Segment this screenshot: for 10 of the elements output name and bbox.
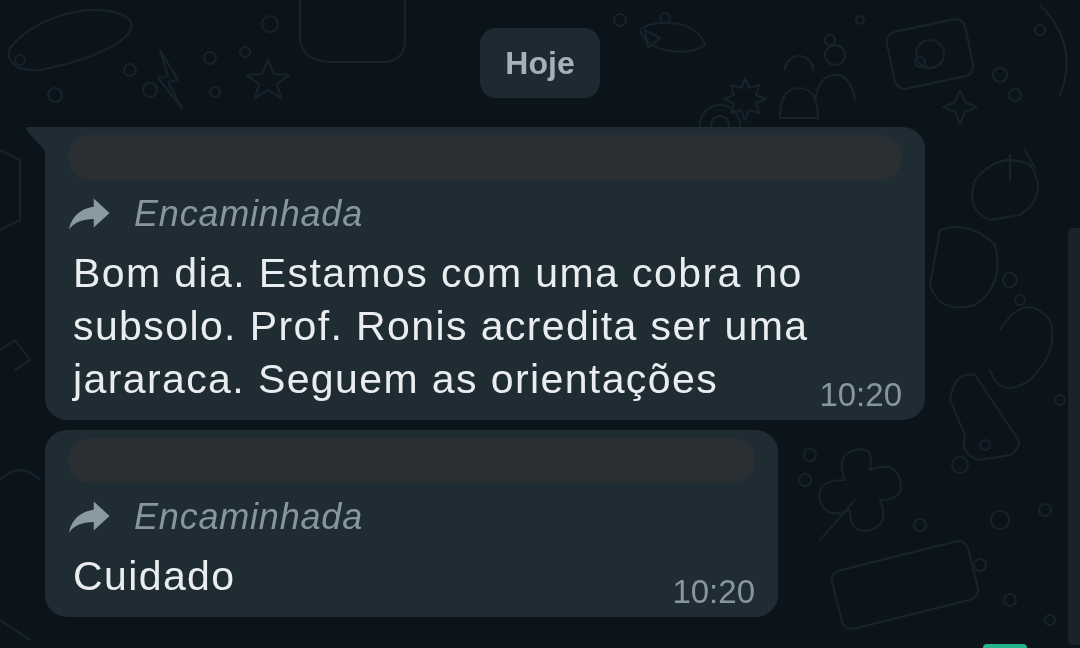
message-time: 10:20 bbox=[672, 575, 755, 609]
message-time: 10:20 bbox=[819, 378, 902, 412]
message-text: Bom dia. Estamos com uma cobra no subsolo. Prof. Ronis acredita ser uma jararaca. Seguem as orientações bbox=[71, 249, 810, 404]
forward-arrow-icon bbox=[68, 198, 110, 230]
forwarded-label: Encaminhada bbox=[134, 193, 363, 235]
forward-arrow-icon bbox=[68, 501, 110, 533]
message-text: Cuidado bbox=[72, 552, 237, 601]
date-chip: Hoje bbox=[480, 28, 600, 98]
forwarded-label: Encaminhada bbox=[134, 496, 363, 538]
floating-action-button[interactable] bbox=[983, 644, 1027, 648]
